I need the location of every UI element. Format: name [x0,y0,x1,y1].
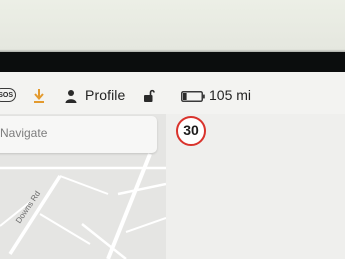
photo-frame: SOS Profile 105 mi Downs Rd Navigate 30 [0,0,345,259]
bezel [0,0,345,58]
navigate-placeholder: Navigate [0,126,48,140]
vehicle-touchscreen: SOS Profile 105 mi Downs Rd Navigate 30 [0,72,345,259]
battery-icon [181,91,205,102]
sos-button[interactable]: SOS [0,88,16,102]
unlocked-lock-icon[interactable] [143,89,156,103]
speed-limit-sign: 30 [176,116,206,146]
profile-label[interactable]: Profile [85,87,125,103]
status-bar: SOS Profile 105 mi [0,72,345,114]
profile-icon[interactable] [64,89,78,103]
navigate-search-box[interactable]: Navigate [0,116,157,153]
download-icon[interactable] [32,88,46,104]
range-readout: 105 mi [209,87,252,103]
bezel-edge [0,52,345,74]
